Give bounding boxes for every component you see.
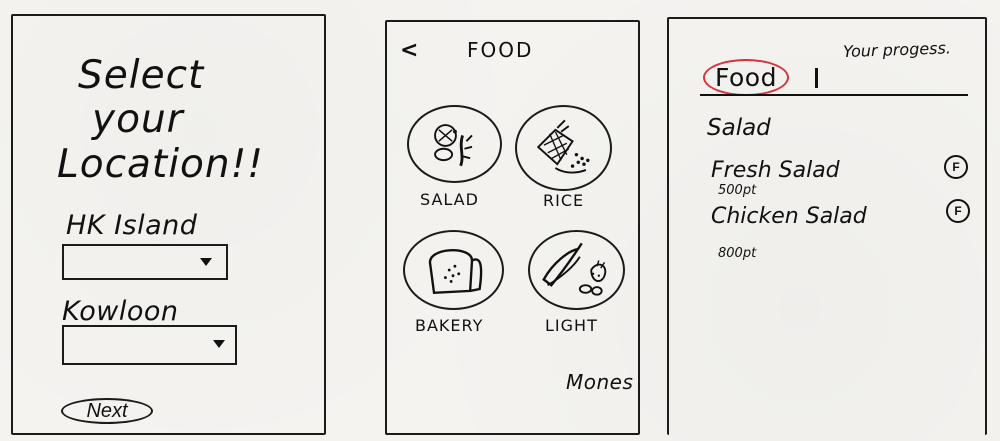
more-link[interactable]: Mones bbox=[566, 372, 633, 392]
menu-item-name[interactable]: Chicken Salad bbox=[711, 206, 867, 228]
kowloon-label: Kowloon bbox=[62, 296, 179, 327]
category-bakery-button[interactable] bbox=[403, 230, 504, 310]
location-title-line-2: your bbox=[92, 97, 184, 142]
f-icon[interactable]: F bbox=[944, 155, 968, 179]
tab-divider bbox=[815, 68, 818, 88]
food-screen-title: FOOD bbox=[467, 38, 534, 62]
location-title-line-3: Location!! bbox=[57, 142, 264, 187]
salad-icon bbox=[434, 124, 473, 167]
bread-icon bbox=[429, 249, 483, 295]
chevron-down-icon bbox=[213, 340, 225, 348]
rice-icon bbox=[536, 119, 590, 174]
menu-item-price: 800pt bbox=[718, 246, 757, 261]
hk-island-dropdown[interactable] bbox=[62, 244, 228, 280]
next-button[interactable]: Next bbox=[61, 398, 153, 424]
menu-item-price: 500pt bbox=[718, 183, 757, 198]
f-icon[interactable]: F bbox=[946, 199, 970, 223]
category-salad-button[interactable] bbox=[407, 105, 502, 183]
kowloon-dropdown[interactable] bbox=[62, 325, 237, 365]
fruit-icon bbox=[542, 242, 607, 296]
tab-your-progress[interactable]: Your progess. bbox=[843, 38, 963, 61]
category-salad-label: SALAD bbox=[420, 190, 479, 209]
tabs-underline bbox=[700, 94, 968, 96]
category-rice-label: RICE bbox=[543, 191, 585, 210]
location-title-line-1: Select bbox=[78, 53, 205, 98]
hk-island-label: HK Island bbox=[66, 210, 198, 241]
section-title: Salad bbox=[707, 115, 771, 141]
back-arrow-icon[interactable]: < bbox=[400, 40, 418, 62]
chevron-down-icon bbox=[200, 258, 212, 266]
category-light-button[interactable] bbox=[528, 230, 625, 310]
tab-food[interactable]: Food bbox=[703, 59, 789, 96]
category-rice-button[interactable] bbox=[515, 105, 612, 191]
category-light-label: LIGHT bbox=[545, 316, 598, 335]
menu-item-name[interactable]: Fresh Salad bbox=[711, 160, 840, 182]
category-bakery-label: BAKERY bbox=[415, 316, 484, 335]
